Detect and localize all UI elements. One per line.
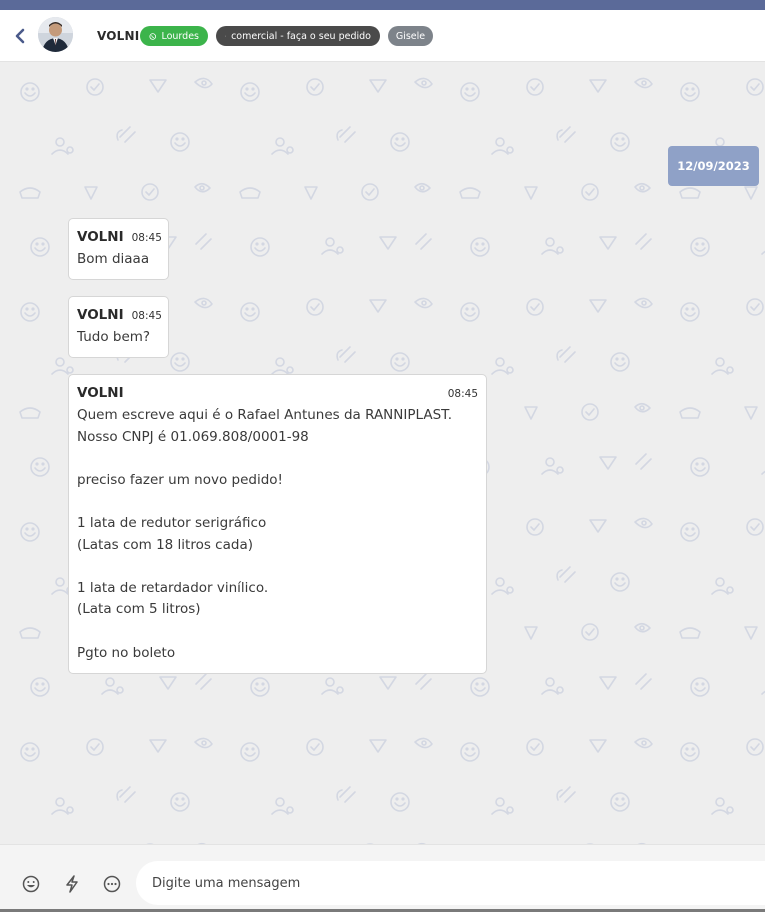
message-sender: VOLNI: [77, 229, 124, 245]
queue-label: comercial - faça o seu pedido: [231, 30, 371, 42]
message-composer: [0, 844, 765, 912]
connection-label: Lourdes: [161, 30, 199, 42]
more-icon: [103, 875, 121, 893]
message-text: Quem escreve aqui é o Rafael Antunes da …: [77, 407, 453, 661]
contact-name: VOLNI: [97, 29, 140, 43]
more-options-button[interactable]: [102, 874, 122, 894]
queue-badge: comercial - faça o seu pedido: [216, 26, 380, 46]
emoji-icon: [22, 875, 40, 893]
message-input[interactable]: [136, 861, 765, 905]
message-bubble[interactable]: VOLNI 08:45 Bom diaaa: [68, 218, 169, 280]
message-sender: VOLNI: [77, 385, 124, 401]
avatar[interactable]: [38, 17, 73, 52]
quick-reply-button[interactable]: [62, 874, 82, 894]
message-sender: VOLNI: [77, 307, 124, 323]
agent-label: Gisele: [395, 30, 426, 42]
date-separator: 12/09/2023: [668, 146, 759, 186]
chevron-left-icon: [15, 28, 25, 44]
connection-badge: Lourdes: [140, 26, 208, 46]
emoji-button[interactable]: [21, 874, 41, 894]
chat-header: VOLNI Lourdes comercial - faça o seu ped…: [0, 10, 765, 62]
agent-badge: Gisele: [388, 26, 433, 46]
message-text: Bom diaaa: [77, 251, 150, 267]
message-bubble[interactable]: VOLNI 08:45 Tudo bem?: [68, 296, 169, 358]
sitemap-icon: [225, 35, 227, 37]
top-strip: [0, 0, 765, 10]
message-text: Tudo bem?: [77, 329, 151, 345]
lightning-icon: [66, 875, 78, 893]
chat-area: 12/09/2023 VOLNI 08:45 Bom diaaa VOLNI 0…: [0, 62, 765, 844]
message-time: 08:45: [447, 388, 478, 400]
message-time: 08:45: [131, 310, 162, 322]
whatsapp-icon: [149, 32, 157, 40]
message-bubble[interactable]: VOLNI 08:45 Quem escreve aqui é o Rafael…: [68, 374, 487, 674]
message-time: 08:45: [131, 232, 162, 244]
back-button[interactable]: [10, 25, 30, 47]
